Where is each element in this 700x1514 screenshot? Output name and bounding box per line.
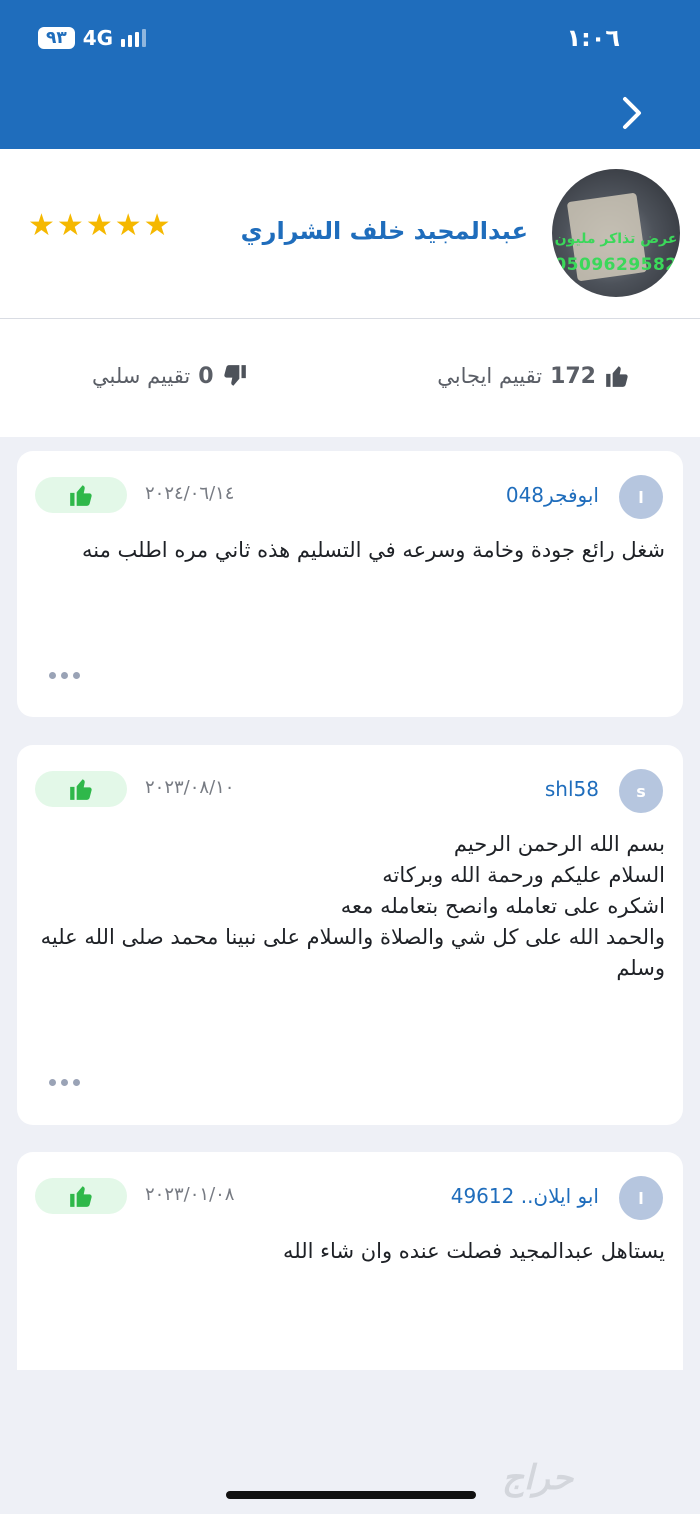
network-indicator: 4G xyxy=(82,26,114,50)
positive-count: 172 xyxy=(550,363,596,389)
review-card: ا ابو ايلان.. 49612 ٢٠٢٣/٠١/٠٨ يستاهل عب… xyxy=(17,1152,683,1370)
star-icon: ★ xyxy=(56,208,84,243)
signal-icon xyxy=(121,29,147,47)
reviewer-name[interactable]: ابوفجر048 xyxy=(506,483,599,507)
review-header: ا ابوفجر048 ٢٠٢٤/٠٦/١٤ xyxy=(17,451,683,531)
avatar-phone: 0509629582 xyxy=(554,255,678,275)
review-date: ٢٠٢٣/٠١/٠٨ xyxy=(145,1184,235,1205)
reviewer-avatar[interactable]: ا xyxy=(619,1176,663,1220)
thumbs-up-icon xyxy=(70,1186,92,1207)
more-dots-icon[interactable] xyxy=(49,1079,80,1086)
review-header: s shl58 ٢٠٢٣/٠٨/١٠ xyxy=(17,745,683,825)
thumbs-up-icon xyxy=(70,485,92,506)
home-indicator[interactable] xyxy=(226,1491,476,1499)
like-badge xyxy=(35,771,127,807)
reviewer-name[interactable]: ابو ايلان.. 49612 xyxy=(451,1184,599,1208)
review-card: s shl58 ٢٠٢٣/٠٨/١٠ بسم الله الرحمن الرحي… xyxy=(17,745,683,1125)
review-header: ا ابو ايلان.. 49612 ٢٠٢٣/٠١/٠٨ xyxy=(17,1152,683,1232)
thumbs-up-icon xyxy=(70,779,92,800)
positive-rating[interactable]: 172 تقييم ايجابي xyxy=(437,363,630,389)
star-icon: ★ xyxy=(85,208,113,243)
haraj-watermark: حراج xyxy=(502,1458,574,1498)
seller-profile: عرض تذاكر مليون 0509629582 عبدالمجيد خلف… xyxy=(0,149,700,319)
review-text: بسم الله الرحمن الرحيم السلام عليكم ورحم… xyxy=(40,832,665,980)
review-text: شغل رائع جودة وخامة وسرعه في التسليم هذه… xyxy=(82,538,665,562)
star-rating: ★ ★ ★ ★ ★ xyxy=(28,211,171,241)
seller-name[interactable]: عبدالمجيد خلف الشراري xyxy=(241,217,528,245)
back-button[interactable] xyxy=(612,90,652,136)
reviewer-name[interactable]: shl58 xyxy=(545,777,599,801)
ratings-summary: 172 تقييم ايجابي 0 تقييم سلبي xyxy=(0,319,700,437)
chevron-right-icon xyxy=(623,97,641,129)
like-badge xyxy=(35,477,127,513)
review-date: ٢٠٢٤/٠٦/١٤ xyxy=(145,483,235,504)
thumbs-down-icon xyxy=(223,365,246,386)
more-dots-icon[interactable] xyxy=(49,672,80,679)
thumbs-up-icon xyxy=(606,366,628,387)
status-indicators: ٩٣ 4G xyxy=(38,26,147,50)
review-date: ٢٠٢٣/٠٨/١٠ xyxy=(145,777,235,798)
seller-avatar[interactable]: عرض تذاكر مليون 0509629582 xyxy=(552,169,680,297)
reviewer-avatar[interactable]: s xyxy=(619,769,663,813)
review-card: ا ابوفجر048 ٢٠٢٤/٠٦/١٤ شغل رائع جودة وخا… xyxy=(17,451,683,717)
review-text: يستاهل عبدالمجيد فصلت عنده وان شاء الله xyxy=(283,1239,665,1263)
positive-label: تقييم ايجابي xyxy=(437,364,543,388)
star-icon: ★ xyxy=(143,208,171,243)
negative-rating[interactable]: 0 تقييم سلبي xyxy=(92,363,248,389)
like-badge xyxy=(35,1178,127,1214)
negative-label: تقييم سلبي xyxy=(92,364,191,388)
reviewer-avatar[interactable]: ا xyxy=(619,475,663,519)
star-icon: ★ xyxy=(28,208,55,243)
avatar-caption: عرض تذاكر مليون xyxy=(554,231,678,247)
star-icon: ★ xyxy=(114,208,142,243)
status-time: ١:٠٦ xyxy=(566,24,620,52)
top-app-bar: ٩٣ 4G ١:٠٦ xyxy=(0,0,700,149)
battery-indicator: ٩٣ xyxy=(38,27,75,49)
negative-count: 0 xyxy=(198,363,214,389)
